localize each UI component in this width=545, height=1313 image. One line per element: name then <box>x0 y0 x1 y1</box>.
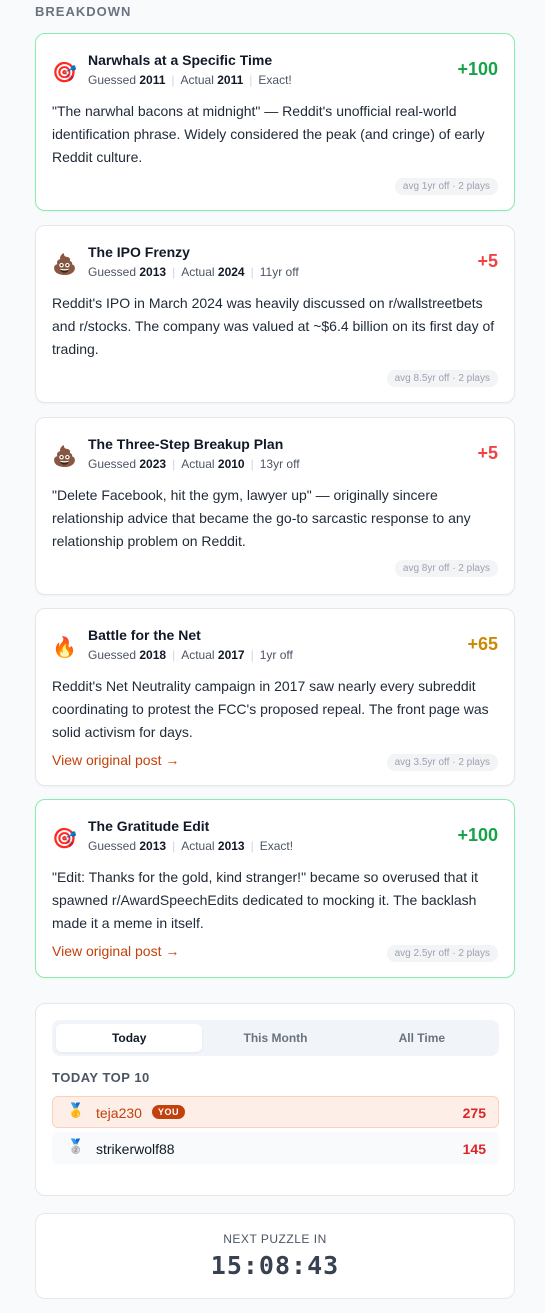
avg-badge: avg 8yr off · 2 plays <box>394 560 498 577</box>
guessed-label: Guessed <box>88 73 137 87</box>
guessed-year: 2013 <box>139 839 167 853</box>
guessed-label: Guessed <box>88 457 137 471</box>
score-value: +100 <box>457 825 498 845</box>
card-description: Reddit's IPO in March 2024 was heavily d… <box>52 295 495 357</box>
avg-badge: avg 2.5yr off · 2 plays <box>386 945 498 962</box>
view-original-post-link[interactable]: View original post → <box>52 943 179 959</box>
gold-medal-icon: 🥇 <box>67 1103 85 1119</box>
actual-year: 2013 <box>217 839 245 853</box>
actual-label: Actual <box>180 73 214 87</box>
card-title: The Three-Step Breakup Plan <box>88 436 284 452</box>
breakdown-card: 🔥 Battle for the Net Guessed 2018 | Actual… <box>35 608 515 786</box>
actual-year: 2011 <box>217 73 244 87</box>
actual-label: Actual <box>181 457 215 471</box>
leaderboard-row[interactable]: 🥇 teja230 YOU 275 <box>52 1096 499 1128</box>
guessed-year: 2013 <box>139 265 167 279</box>
poop-icon: 💩 <box>52 252 77 276</box>
result-text: Exact! <box>258 73 292 87</box>
silver-medal-icon: 🥈 <box>67 1139 85 1155</box>
tab-today[interactable]: Today <box>56 1024 203 1052</box>
you-badge: YOU <box>152 1105 186 1119</box>
actual-year: 2010 <box>217 457 245 471</box>
actual-year: 2017 <box>217 648 245 662</box>
card-meta: Guessed 2013 | Actual 2013 | Exact! <box>88 839 294 853</box>
bullseye-icon: 🎯 <box>52 60 77 84</box>
card-description: "Edit: Thanks for the gold, kind strange… <box>52 869 479 931</box>
poop-icon: 💩 <box>52 444 77 468</box>
score-value: +5 <box>477 443 498 463</box>
leaderboard-tabs: Today This Month All Time <box>52 1020 499 1056</box>
bullseye-icon: 🎯 <box>52 826 77 850</box>
section-label-breakdown: BREAKDOWN <box>35 4 132 19</box>
score-value: +100 <box>457 59 498 79</box>
result-text: 11yr off <box>259 265 299 279</box>
guessed-year: 2023 <box>139 457 167 471</box>
actual-label: Actual <box>181 839 215 853</box>
guessed-year: 2011 <box>139 73 166 87</box>
guessed-year: 2018 <box>139 648 167 662</box>
score-value: +65 <box>467 634 498 654</box>
breakdown-card: 🎯 Narwhals at a Specific Time Guessed 20… <box>35 33 515 211</box>
leaderboard-title: TODAY TOP 10 <box>52 1070 150 1085</box>
fire-icon: 🔥 <box>52 635 77 659</box>
breakdown-card: 💩 The Three-Step Breakup Plan Guessed 20… <box>35 417 515 595</box>
result-text: Exact! <box>259 839 294 853</box>
result-text: 13yr off <box>259 457 300 471</box>
avg-badge: avg 8.5yr off · 2 plays <box>386 370 498 387</box>
player-name: teja230 <box>96 1105 142 1121</box>
card-meta: Guessed 2023 | Actual 2010 | 13yr off <box>88 457 300 471</box>
card-title: Battle for the Net <box>88 627 201 643</box>
card-meta: Guessed 2018 | Actual 2017 | 1yr off <box>88 648 293 662</box>
result-text: 1yr off <box>259 648 293 662</box>
avg-badge: avg 3.5yr off · 2 plays <box>386 754 498 771</box>
card-meta: Guessed 2013 | Actual 2024 | 11yr off <box>88 265 299 279</box>
card-description: Reddit's Net Neutrality campaign in 2017… <box>52 678 489 740</box>
next-puzzle-card: NEXT PUZZLE IN 15:08:43 <box>35 1213 515 1299</box>
leaderboard-row[interactable]: 🥈 strikerwolf88 145 <box>52 1132 499 1164</box>
card-title: The IPO Frenzy <box>88 244 190 260</box>
view-original-post-link[interactable]: View original post → <box>52 752 179 768</box>
score-value: +5 <box>477 251 498 271</box>
next-puzzle-label: NEXT PUZZLE IN <box>223 1232 327 1246</box>
card-title: Narwhals at a Specific Time <box>88 52 273 68</box>
actual-label: Actual <box>181 265 215 279</box>
card-title: The Gratitude Edit <box>88 818 210 834</box>
player-points: 275 <box>462 1105 486 1121</box>
guessed-label: Guessed <box>88 648 137 662</box>
tab-all-time[interactable]: All Time <box>349 1024 495 1052</box>
breakdown-card: 💩 The IPO Frenzy Guessed 2013 | Actual 202… <box>35 225 515 403</box>
card-meta: Guessed 2011 | Actual 2011 | Exact! <box>88 73 292 87</box>
guessed-label: Guessed <box>88 265 137 279</box>
guessed-label: Guessed <box>88 839 137 853</box>
breakdown-card: 🎯 The Gratitude Edit Guessed 2013 | Actual… <box>35 799 515 978</box>
leaderboard-card: Today This Month All Time TODAY TOP 10 🥇… <box>35 1003 515 1196</box>
avg-badge: avg 1yr off · 2 plays <box>394 178 498 195</box>
countdown-timer: 15:08:43 <box>210 1251 340 1280</box>
actual-label: Actual <box>181 648 215 662</box>
card-description: "Delete Facebook, hit the gym, lawyer up… <box>52 487 471 549</box>
player-name: strikerwolf88 <box>96 1141 175 1157</box>
actual-year: 2024 <box>217 265 245 279</box>
tab-this-month[interactable]: This Month <box>202 1024 348 1052</box>
player-points: 145 <box>462 1141 486 1157</box>
card-description: "The narwhal bacons at midnight" — Reddi… <box>52 103 485 165</box>
